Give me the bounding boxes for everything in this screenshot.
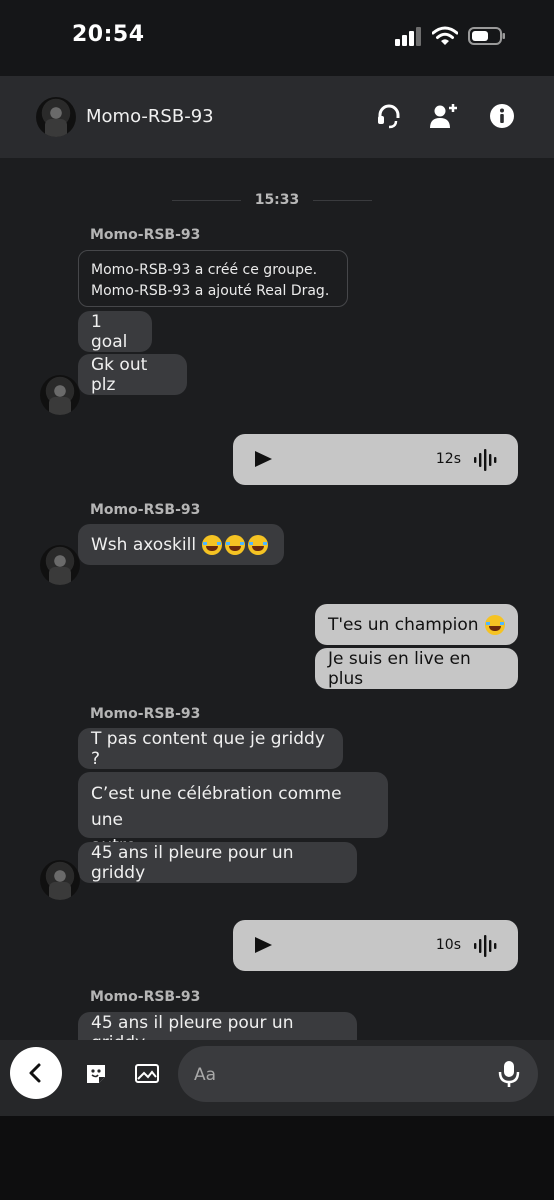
- tears-of-joy-emoji-icon: [484, 614, 505, 635]
- sender-avatar[interactable]: [40, 375, 80, 415]
- message-bubble-incoming[interactable]: 1 goal: [78, 311, 152, 352]
- message-feed[interactable]: 15:33 Momo-RSB-93 Momo-RSB-93 a créé ce …: [0, 158, 554, 1040]
- waveform-icon: [474, 935, 497, 957]
- sender-name: Momo-RSB-93: [90, 502, 201, 518]
- sticker-icon: [87, 1065, 105, 1083]
- audio-message-outgoing[interactable]: 10s: [233, 920, 518, 971]
- status-bar: 20:54: [0, 0, 554, 76]
- chat-header: Momo-RSB-93: [0, 76, 554, 158]
- info-icon: [490, 104, 514, 128]
- image-icon: [135, 1064, 159, 1083]
- message-bubble-incoming[interactable]: T pas content que je griddy ?: [78, 728, 343, 769]
- audio-message-outgoing[interactable]: 12s: [233, 434, 518, 485]
- cellular-signal-icon: [395, 27, 421, 46]
- back-button[interactable]: [10, 1047, 62, 1099]
- message-bubble-incoming[interactable]: 45 ans il pleure pour un griddy: [78, 1012, 357, 1040]
- tears-of-joy-emoji-icon: [225, 534, 246, 555]
- audio-duration: 12s: [435, 451, 461, 467]
- wifi-icon: [432, 26, 458, 45]
- add-member-button[interactable]: [428, 100, 460, 132]
- message-input[interactable]: [192, 1046, 486, 1104]
- composer-bar: [0, 1040, 554, 1116]
- message-input-box[interactable]: [178, 1046, 538, 1104]
- play-icon[interactable]: [255, 937, 272, 953]
- headset-icon: [378, 104, 400, 129]
- voice-chat-button[interactable]: [373, 100, 405, 132]
- image-button[interactable]: [133, 1060, 161, 1088]
- sender-name: Momo-RSB-93: [90, 989, 201, 1005]
- system-line: Momo-RSB-93 a créé ce groupe.: [91, 262, 318, 278]
- timestamp: 15:33: [0, 192, 554, 208]
- add-person-icon: [430, 104, 457, 128]
- message-bubble-incoming[interactable]: Gk out plz: [78, 354, 187, 395]
- sender-avatar[interactable]: [40, 860, 80, 900]
- microphone-icon[interactable]: [498, 1060, 520, 1088]
- message-line: C’est une célébration comme une: [91, 784, 342, 830]
- battery-icon: [468, 27, 505, 45]
- system-line: Momo-RSB-93 a ajouté Real Drag.: [91, 283, 330, 299]
- message-bubble-outgoing[interactable]: T'es un champion: [315, 604, 518, 645]
- sender-avatar[interactable]: [40, 545, 80, 585]
- sender-name: Momo-RSB-93: [90, 706, 201, 722]
- sticker-button[interactable]: [82, 1060, 110, 1088]
- status-time: 20:54: [72, 22, 145, 47]
- play-icon[interactable]: [255, 451, 272, 467]
- message-bubble-outgoing[interactable]: Je suis en live en plus: [315, 648, 518, 689]
- tears-of-joy-emoji-icon: [248, 534, 269, 555]
- contact-name[interactable]: Momo-RSB-93: [86, 106, 214, 127]
- sender-name: Momo-RSB-93: [90, 227, 201, 243]
- system-message: Momo-RSB-93 a créé ce groupe. Momo-RSB-9…: [78, 250, 348, 307]
- audio-duration: 10s: [435, 937, 461, 953]
- message-bubble-incoming[interactable]: C’est une célébration comme une autre: [78, 772, 388, 856]
- waveform-icon: [474, 449, 497, 471]
- message-bubble-incoming[interactable]: 45 ans il pleure pour un griddy: [78, 842, 357, 883]
- info-button[interactable]: [486, 100, 518, 132]
- message-bubble-incoming[interactable]: Wsh axoskill: [78, 524, 284, 565]
- bottom-safe-area: [0, 1116, 554, 1200]
- chevron-left-icon: [29, 1063, 41, 1083]
- tears-of-joy-emoji-icon: [202, 534, 223, 555]
- contact-avatar[interactable]: [36, 97, 76, 137]
- status-icons: [394, 26, 506, 46]
